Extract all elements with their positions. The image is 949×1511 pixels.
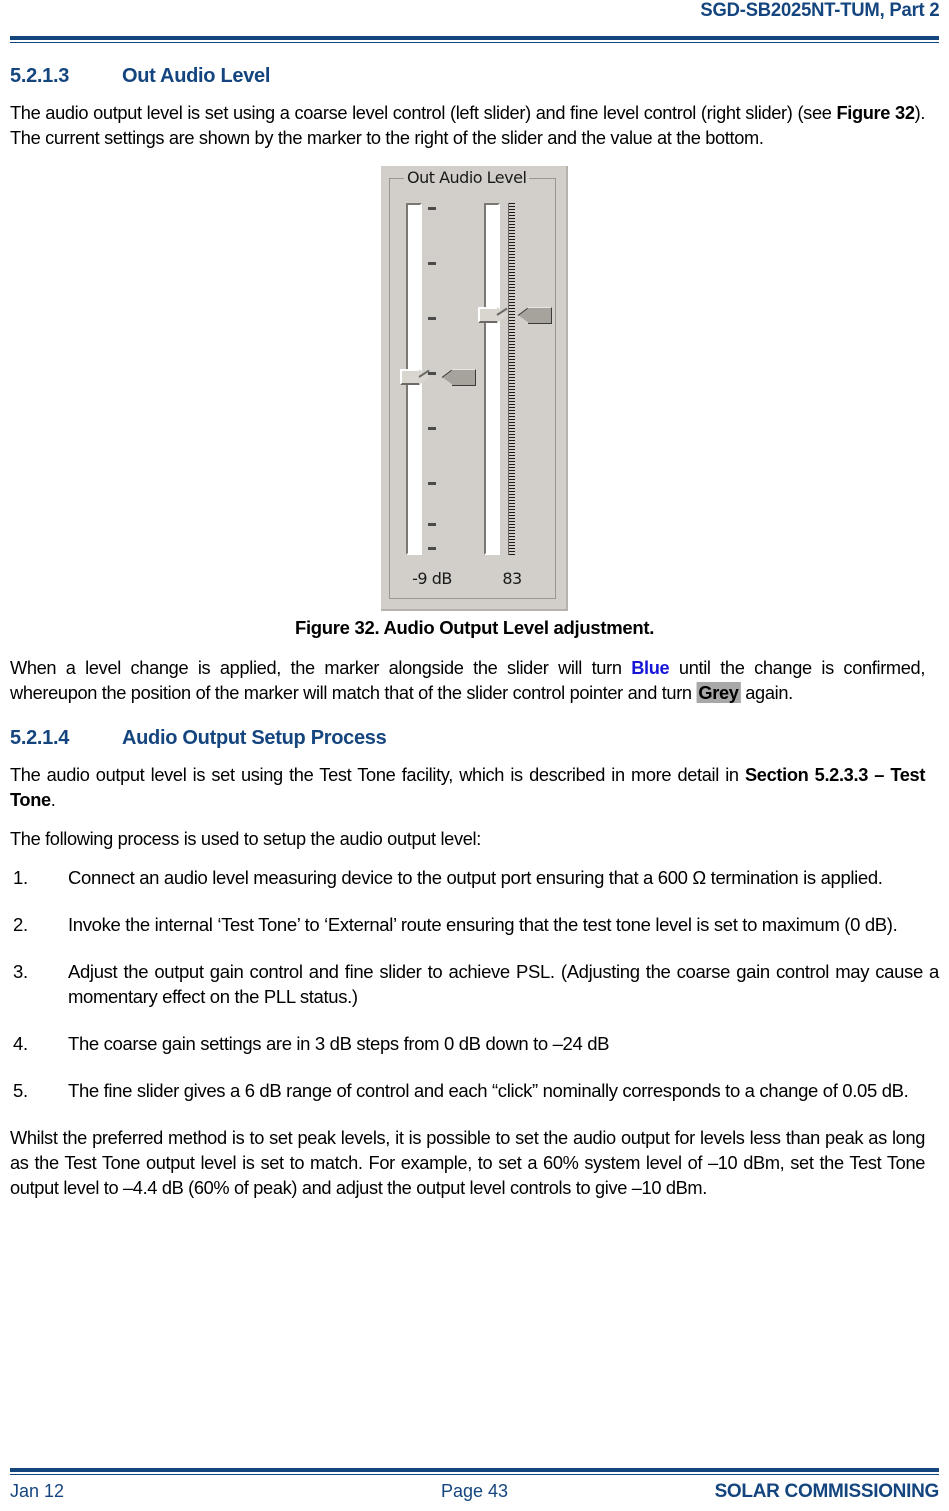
groupbox-label: Out Audio Level bbox=[404, 168, 530, 187]
list-item: 2. Invoke the internal ‘Test Tone’ to ‘E… bbox=[10, 912, 939, 937]
blue-keyword: Blue bbox=[631, 657, 670, 678]
footer-page-number: Page 43 bbox=[440, 1481, 509, 1501]
coarse-slider-marker bbox=[441, 369, 476, 386]
fine-slider-ticks bbox=[508, 203, 515, 555]
section-number: 5.2.1.3 bbox=[10, 65, 70, 87]
figure-reference: Figure 32 bbox=[836, 102, 915, 123]
section-title: Out Audio Level bbox=[122, 65, 271, 87]
marker-text-a: When a level change is applied, the mark… bbox=[10, 657, 632, 678]
out-audio-level-groupbox: Out Audio Level -9 dB 83 bbox=[389, 168, 556, 599]
step-text: Adjust the output gain control and fine … bbox=[68, 961, 939, 1007]
page-footer: Jan 12 Page 43 SOLAR COMMISSIONING bbox=[10, 1468, 939, 1503]
fine-slider-groove[interactable] bbox=[484, 203, 500, 555]
step-number: 3. bbox=[13, 961, 28, 982]
footer-rule bbox=[10, 1468, 939, 1475]
section-title: Audio Output Setup Process bbox=[122, 727, 387, 749]
step-number: 1. bbox=[13, 867, 28, 888]
coarse-slider-thumb[interactable] bbox=[400, 369, 430, 385]
footer-company: SOLAR COMMISSIONING bbox=[714, 1481, 940, 1502]
list-item: 5. The fine slider gives a 6 dB range of… bbox=[10, 1078, 939, 1103]
footer-rule-thin bbox=[10, 1474, 939, 1475]
step-text: The fine slider gives a 6 dB range of co… bbox=[68, 1080, 909, 1101]
list-item: 1. Connect an audio level measuring devi… bbox=[10, 865, 939, 890]
header-rule-thin bbox=[10, 42, 939, 43]
setup-text-b: . bbox=[50, 789, 56, 810]
out-audio-level-panel: Out Audio Level -9 dB 83 bbox=[381, 166, 568, 611]
figure-caption: Figure 32. Audio Output Level adjustment… bbox=[294, 617, 655, 638]
fine-slider-marker bbox=[517, 307, 552, 324]
section-heading-5-2-1-3: 5.2.1.3 Out Audio Level bbox=[10, 65, 939, 88]
step-text: Connect an audio level measuring device … bbox=[68, 867, 883, 888]
footer-date: Jan 12 bbox=[10, 1481, 65, 1501]
setup-steps-list: 1. Connect an audio level measuring devi… bbox=[10, 865, 939, 1103]
fine-slider-thumb[interactable] bbox=[478, 307, 508, 323]
step-number: 4. bbox=[13, 1033, 28, 1054]
paragraph-setup: The audio output level is set using the … bbox=[10, 762, 925, 812]
paragraph-intro: The audio output level is set using a co… bbox=[10, 100, 925, 150]
section-heading-5-2-1-4: 5.2.1.4 Audio Output Setup Process bbox=[10, 727, 939, 750]
page-header: SGD-SB2025NT-TUM, Part 2 bbox=[10, 0, 939, 34]
step-number: 5. bbox=[13, 1080, 28, 1101]
header-title: SGD-SB2025NT-TUM, Part 2 bbox=[699, 0, 939, 21]
coarse-slider-value: -9 dB bbox=[412, 569, 452, 588]
setup-text-a: The audio output level is set using the … bbox=[10, 764, 745, 785]
step-text: Invoke the internal ‘Test Tone’ to ‘Exte… bbox=[68, 914, 898, 935]
list-item: 3. Adjust the output gain control and fi… bbox=[10, 959, 939, 1009]
step-number: 2. bbox=[13, 914, 28, 935]
paragraph-process-lead: The following process is used to setup t… bbox=[10, 828, 481, 849]
step-text: The coarse gain settings are in 3 dB ste… bbox=[68, 1033, 610, 1054]
footer-row: Jan 12 Page 43 SOLAR COMMISSIONING bbox=[10, 1481, 939, 1503]
fine-slider-track[interactable] bbox=[484, 203, 526, 555]
paragraph-marker-colour: When a level change is applied, the mark… bbox=[10, 655, 925, 705]
fine-slider-value: 83 bbox=[502, 569, 522, 588]
section-number: 5.2.1.4 bbox=[10, 727, 70, 749]
paragraph-closing: Whilst the preferred method is to set pe… bbox=[10, 1127, 926, 1198]
figure-32: Out Audio Level -9 dB 83 bbox=[10, 166, 939, 611]
marker-text-c: again. bbox=[740, 682, 793, 703]
list-item: 4. The coarse gain settings are in 3 dB … bbox=[10, 1031, 939, 1056]
intro-text-a: The audio output level is set using a co… bbox=[10, 102, 837, 123]
header-rule bbox=[10, 36, 939, 43]
grey-keyword: Grey bbox=[696, 682, 741, 703]
document-page: SGD-SB2025NT-TUM, Part 2 5.2.1.3 Out Aud… bbox=[0, 0, 949, 1511]
